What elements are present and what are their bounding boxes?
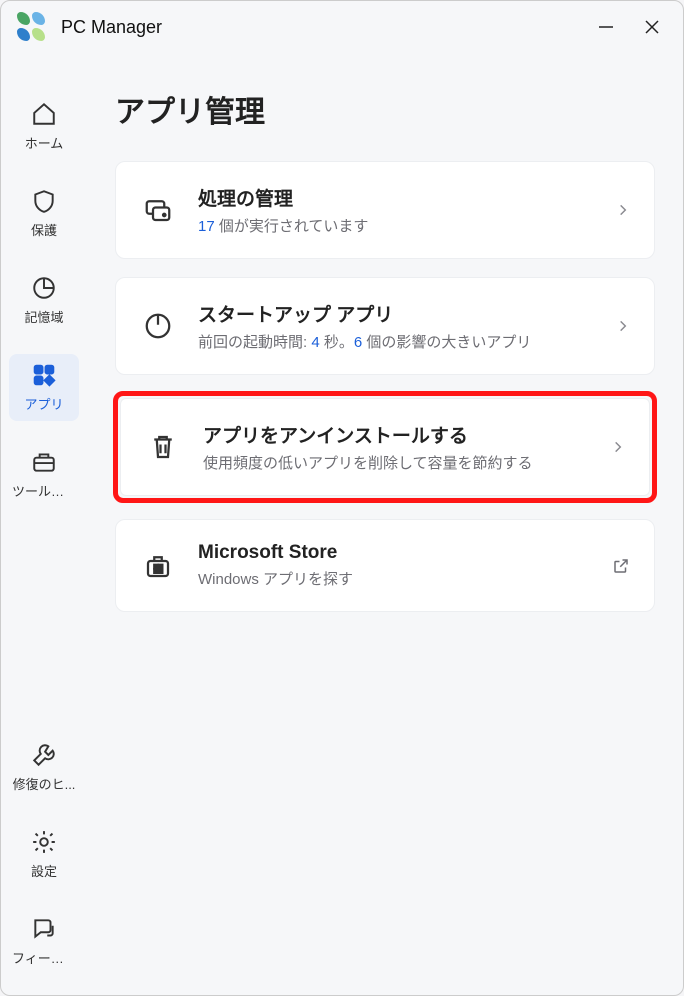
sidebar-item-feedback[interactable]: フィードバ... (9, 908, 79, 975)
close-button[interactable] (629, 7, 675, 47)
window-title: PC Manager (61, 17, 583, 38)
feedback-icon (29, 914, 59, 944)
sidebar-item-protection[interactable]: 保護 (9, 180, 79, 247)
sidebar-item-repair[interactable]: 修復のヒ... (9, 734, 79, 801)
card-subtitle: 使用頻度の低いアプリを削除して容量を節約する (203, 452, 611, 473)
card-text: 処理の管理 17 個が実行されています (198, 184, 616, 236)
sidebar: ホーム 保護 記憶域 アプリ (1, 53, 87, 995)
highlight-annotation: アプリをアンインストールする 使用頻度の低いアプリを削除して容量を節約する (113, 391, 657, 503)
sidebar-item-label: フィードバ... (12, 948, 76, 967)
app-window: PC Manager ホーム 保護 (0, 0, 684, 996)
sidebar-item-settings[interactable]: 設定 (9, 821, 79, 888)
card-subtitle: 17 個が実行されています (198, 215, 616, 236)
card-subtitle: 前回の起動時間: 4 秒。6 個の影響の大きいアプリ (198, 331, 616, 352)
sidebar-item-label: 修復のヒ... (13, 774, 76, 793)
card-text: アプリをアンインストールする 使用頻度の低いアプリを削除して容量を節約する (203, 421, 611, 473)
sidebar-item-label: 記憶域 (24, 307, 63, 326)
card-startup-apps[interactable]: スタートアップ アプリ 前回の起動時間: 4 秒。6 個の影響の大きいアプリ (115, 277, 655, 375)
body: ホーム 保護 記憶域 アプリ (1, 53, 683, 995)
wrench-icon (29, 740, 59, 770)
storage-icon (29, 273, 59, 303)
sidebar-item-label: アプリ (24, 394, 63, 413)
home-icon (29, 99, 59, 129)
card-microsoft-store[interactable]: Microsoft Store Windows アプリを探す (115, 519, 655, 612)
sidebar-item-label: 設定 (31, 861, 57, 880)
card-title: スタートアップ アプリ (198, 300, 616, 327)
shield-icon (29, 186, 59, 216)
sidebar-item-label: ツールボッ... (12, 481, 76, 500)
toolbox-icon (29, 447, 59, 477)
apps-icon (29, 360, 59, 390)
sidebar-item-label: ホーム (25, 133, 64, 152)
card-subtitle: Windows アプリを探す (198, 568, 612, 589)
card-title: Microsoft Store (198, 542, 612, 564)
process-count: 17 (198, 218, 215, 235)
sidebar-item-toolbox[interactable]: ツールボッ... (9, 441, 79, 508)
card-text: Microsoft Store Windows アプリを探す (198, 542, 612, 589)
startup-seconds: 4 (311, 334, 319, 351)
chevron-right-icon (616, 319, 630, 333)
card-title: 処理の管理 (198, 184, 616, 211)
sidebar-item-apps[interactable]: アプリ (9, 354, 79, 421)
external-link-icon (612, 557, 630, 575)
store-icon (140, 548, 176, 584)
impact-count: 6 (354, 334, 362, 351)
page-title: アプリ管理 (115, 87, 655, 131)
processes-icon (140, 192, 176, 228)
window-buttons (583, 7, 675, 47)
sidebar-item-label: 保護 (31, 220, 57, 239)
gear-icon (29, 827, 59, 857)
trash-icon (145, 429, 181, 465)
card-text: スタートアップ アプリ 前回の起動時間: 4 秒。6 個の影響の大きいアプリ (198, 300, 616, 352)
sidebar-item-home[interactable]: ホーム (9, 93, 79, 160)
main-content: アプリ管理 処理の管理 17 個が実行されています (87, 53, 683, 995)
minimize-button[interactable] (583, 7, 629, 47)
card-uninstall-apps[interactable]: アプリをアンインストールする 使用頻度の低いアプリを削除して容量を節約する (120, 398, 650, 496)
chevron-right-icon (616, 203, 630, 217)
card-process-management[interactable]: 処理の管理 17 個が実行されています (115, 161, 655, 259)
power-icon (140, 308, 176, 344)
sidebar-item-storage[interactable]: 記憶域 (9, 267, 79, 334)
app-logo-icon (17, 12, 47, 42)
chevron-right-icon (611, 440, 625, 454)
titlebar: PC Manager (1, 1, 683, 53)
card-title: アプリをアンインストールする (203, 421, 611, 448)
